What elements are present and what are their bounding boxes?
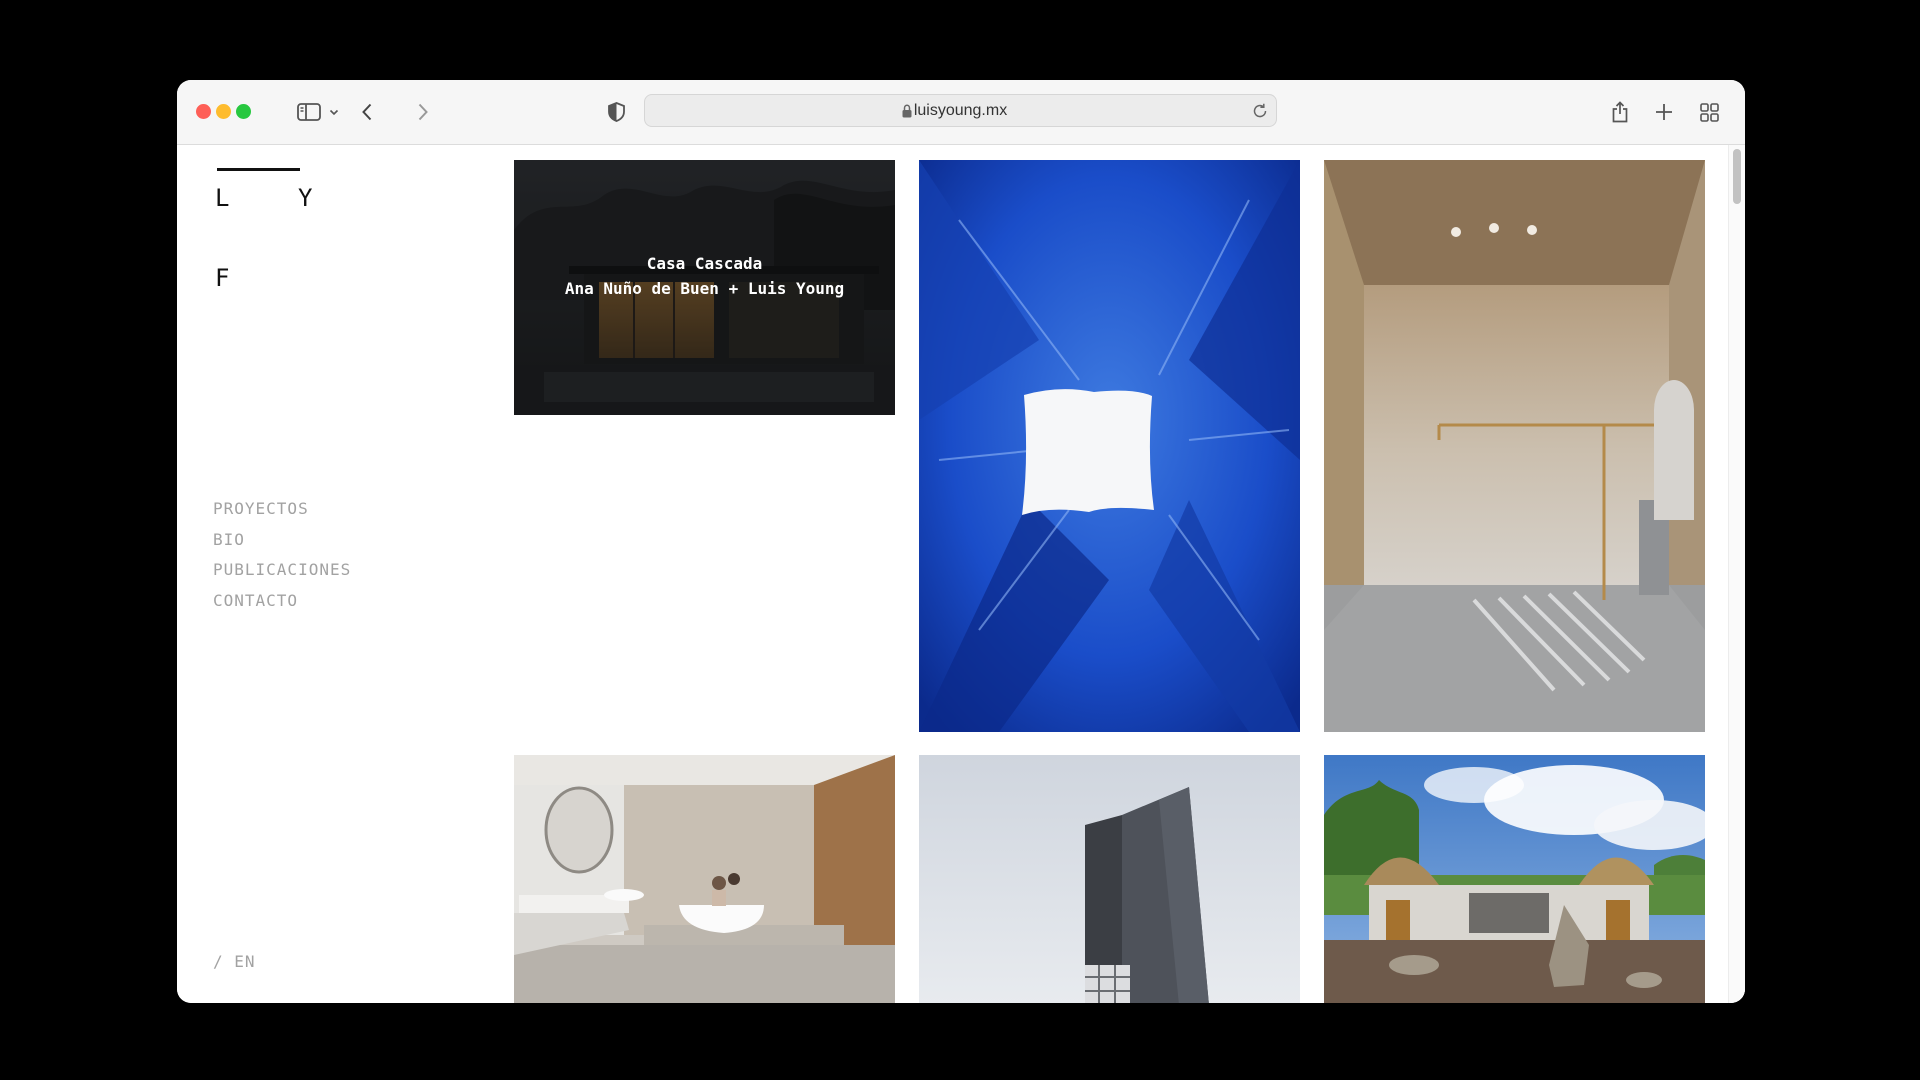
privacy-shield-icon[interactable] xyxy=(606,97,626,127)
plus-icon[interactable] xyxy=(1654,97,1674,127)
chevron-down-icon[interactable] xyxy=(327,97,341,127)
project-tile-2[interactable] xyxy=(919,160,1300,732)
project-tile-6[interactable] xyxy=(1324,755,1705,1003)
project-tile-3[interactable] xyxy=(1324,160,1705,732)
url-text[interactable]: luisyoung.mx xyxy=(645,95,1276,126)
nav-link-proyectos[interactable]: PROYECTOS xyxy=(213,494,351,525)
bathroom-photo xyxy=(514,755,895,1003)
logo-line xyxy=(217,168,300,171)
browser-window: luisyoung.mx L Y F PROYECTOS BIO PUBLICA… xyxy=(177,80,1745,1003)
beige-interior-photo xyxy=(1324,160,1705,732)
logo-letter-y: Y xyxy=(298,184,313,212)
logo-letter-f: F xyxy=(215,264,230,292)
nav-link-publicaciones[interactable]: PUBLICACIONES xyxy=(213,555,351,586)
zoom-window-button[interactable] xyxy=(236,104,251,119)
browser-toolbar: luisyoung.mx xyxy=(177,80,1745,145)
reload-icon[interactable] xyxy=(1252,103,1268,124)
logo-letter-l: L xyxy=(215,184,230,212)
project-title: Casa Cascada xyxy=(646,254,763,273)
tower-photo xyxy=(919,755,1300,1003)
back-arrow-icon[interactable] xyxy=(358,97,376,127)
nav-link-bio[interactable]: BIO xyxy=(213,525,351,556)
blue-sculpture-photo xyxy=(919,160,1300,732)
sidebar-toggle-icon[interactable] xyxy=(295,97,323,127)
project-tile-5[interactable] xyxy=(919,755,1300,1003)
forward-arrow-icon[interactable] xyxy=(414,97,432,127)
project-tile-4[interactable] xyxy=(514,755,895,1003)
language-switch[interactable]: / EN xyxy=(213,952,256,971)
project-tile-casa-cascada[interactable]: Casa Cascada Ana Nuño de Buen + Luis You… xyxy=(514,160,895,415)
palapa-house-photo xyxy=(1324,755,1705,1003)
project-authors: Ana Nuño de Buen + Luis Young xyxy=(564,279,845,298)
scrollbar-thumb[interactable] xyxy=(1733,149,1741,204)
nav-link-contacto[interactable]: CONTACTO xyxy=(213,586,351,617)
share-icon[interactable] xyxy=(1609,97,1631,127)
main-nav: PROYECTOS BIO PUBLICACIONES CONTACTO xyxy=(213,494,351,616)
close-window-button[interactable] xyxy=(196,104,211,119)
page-scrollbar[interactable] xyxy=(1728,145,1745,1003)
minimize-window-button[interactable] xyxy=(216,104,231,119)
page-content: L Y F PROYECTOS BIO PUBLICACIONES CONTAC… xyxy=(177,145,1745,1003)
tab-overview-icon[interactable] xyxy=(1698,97,1720,127)
project-caption: Casa Cascada Ana Nuño de Buen + Luis You… xyxy=(514,251,895,301)
address-bar[interactable]: luisyoung.mx xyxy=(644,94,1277,127)
